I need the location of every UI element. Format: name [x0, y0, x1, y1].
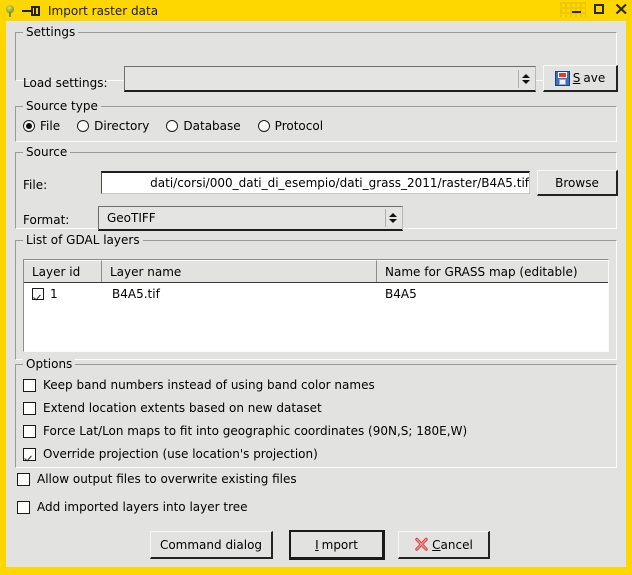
- options-group-title: Options: [23, 357, 76, 371]
- table-row[interactable]: 1 B4A5.tif B4A5: [24, 283, 608, 305]
- option-keep-band-numbers[interactable]: Keep band numbers instead of using band …: [23, 378, 375, 392]
- source-type-option-file-label: File: [40, 119, 61, 133]
- format-value: GeoTIFF: [107, 211, 156, 225]
- option-allow-overwrite[interactable]: Allow output files to overwrite existing…: [17, 472, 297, 486]
- cancel-button-accesskey: C: [432, 537, 441, 552]
- grass-leaf-icon: [3, 4, 17, 18]
- gdal-layers-table: Layer id Layer name Name for GRASS map (…: [23, 259, 609, 352]
- gdal-layers-group-title: List of GDAL layers: [23, 233, 143, 247]
- load-settings-combo[interactable]: [124, 66, 536, 92]
- source-type-option-directory-label: Directory: [94, 119, 150, 133]
- window-title: Import raster data: [48, 3, 159, 18]
- option-extend-location-extents-label: Extend location extents based on new dat…: [43, 401, 322, 415]
- table-header-layer-name[interactable]: Layer name: [102, 260, 377, 282]
- table-header-row: Layer id Layer name Name for GRASS map (…: [24, 260, 608, 283]
- import-raster-data-window: Import raster data Settings Load setting…: [0, 0, 632, 575]
- save-button-accesskey: S: [572, 71, 581, 85]
- table-cell-grass-name[interactable]: B4A5: [377, 283, 608, 305]
- checkbox-add-layers-to-tree-icon[interactable]: [17, 500, 30, 514]
- cancel-button[interactable]: Cancel: [398, 531, 490, 559]
- row-checkbox-icon[interactable]: [32, 288, 44, 300]
- dialog-body: Settings Load settings: Save Source type…: [6, 21, 626, 567]
- table-header-layer-id[interactable]: Layer id: [24, 260, 102, 282]
- load-settings-label: Load settings:: [23, 76, 108, 90]
- checkbox-force-latlon-icon[interactable]: [23, 424, 36, 438]
- source-type-option-directory[interactable]: Directory: [77, 119, 149, 133]
- option-extend-location-extents[interactable]: Extend location extents based on new dat…: [23, 401, 322, 415]
- option-keep-band-numbers-label: Keep band numbers instead of using band …: [43, 378, 375, 392]
- option-override-projection-label: Override projection (use location's proj…: [43, 447, 318, 461]
- table-cell-layer-id-value: 1: [50, 287, 58, 301]
- option-override-projection[interactable]: Override projection (use location's proj…: [23, 447, 318, 461]
- command-dialog-button[interactable]: Command dialog: [150, 531, 273, 559]
- format-label: Format:: [23, 213, 70, 227]
- source-type-option-protocol-label: Protocol: [274, 119, 324, 133]
- save-button-label-rest: ave: [583, 71, 606, 85]
- option-allow-overwrite-label: Allow output files to overwrite existing…: [37, 472, 297, 486]
- floppy-disk-icon: [554, 70, 570, 86]
- source-type-radio-group: File Directory Database Protocol: [23, 116, 323, 136]
- option-add-layers-to-tree-label: Add imported layers into layer tree: [37, 500, 248, 514]
- cancel-button-label-rest: ancel: [440, 537, 473, 552]
- settings-group-title: Settings: [23, 25, 79, 39]
- red-x-icon: [415, 537, 428, 551]
- file-label: File:: [23, 178, 48, 192]
- source-type-option-protocol[interactable]: Protocol: [257, 119, 324, 133]
- file-path-input[interactable]: dati/corsi/000_dati_di_esempio/dati_gras…: [101, 171, 530, 194]
- checkbox-extend-location-extents-icon[interactable]: [23, 401, 36, 415]
- option-force-latlon-label: Force Lat/Lon maps to fit into geographi…: [43, 424, 468, 438]
- source-type-option-database-label: Database: [183, 119, 241, 133]
- format-combo[interactable]: GeoTIFF: [98, 206, 403, 231]
- format-spinner-up-down-icon[interactable]: [385, 209, 399, 227]
- import-button-accesskey: I: [315, 537, 319, 552]
- radio-protocol-icon: [257, 120, 270, 132]
- radio-database-icon: [166, 120, 179, 132]
- minimize-icon[interactable]: [571, 2, 584, 16]
- pin-icon: [22, 4, 42, 18]
- close-icon[interactable]: [615, 2, 628, 16]
- maximize-icon[interactable]: [593, 2, 606, 16]
- option-add-layers-to-tree[interactable]: Add imported layers into layer tree: [17, 500, 248, 514]
- import-button-label-rest: mport: [321, 537, 358, 552]
- option-force-latlon[interactable]: Force Lat/Lon maps to fit into geographi…: [23, 424, 467, 438]
- source-type-option-file[interactable]: File: [23, 119, 60, 133]
- checkbox-keep-band-numbers-icon[interactable]: [23, 378, 36, 392]
- window-controls: [571, 2, 628, 16]
- radio-directory-icon: [77, 120, 90, 132]
- checkbox-allow-overwrite-icon[interactable]: [17, 472, 30, 486]
- radio-file-icon: [23, 120, 35, 132]
- titlebar: Import raster data: [0, 0, 632, 21]
- source-group-title: Source: [23, 145, 71, 159]
- save-settings-button[interactable]: Save: [543, 65, 618, 92]
- table-cell-layer-id[interactable]: 1: [24, 283, 102, 305]
- browse-button[interactable]: Browse: [537, 170, 618, 196]
- import-button[interactable]: Import: [289, 530, 385, 560]
- spinner-up-down-icon[interactable]: [518, 69, 532, 88]
- table-header-grass-name[interactable]: Name for GRASS map (editable): [377, 260, 608, 282]
- table-cell-layer-name[interactable]: B4A5.tif: [102, 283, 377, 305]
- source-type-group-title: Source type: [23, 99, 101, 113]
- source-type-option-database[interactable]: Database: [166, 119, 241, 133]
- checkbox-override-projection-icon[interactable]: [23, 447, 36, 461]
